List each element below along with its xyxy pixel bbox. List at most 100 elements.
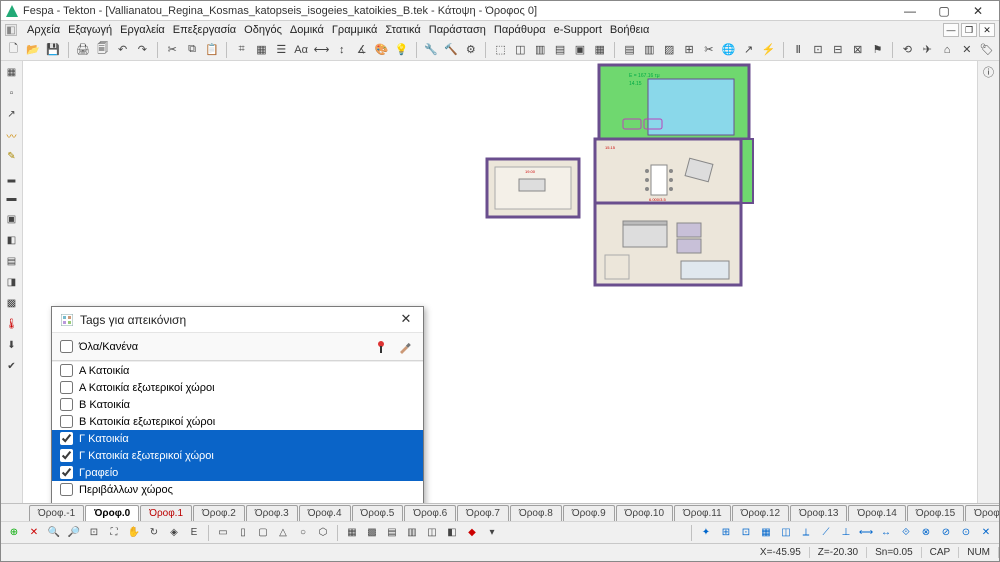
print-icon[interactable]: 🖨 <box>74 41 91 59</box>
tag-checkbox[interactable] <box>60 415 73 428</box>
tag-checkbox[interactable] <box>60 381 73 394</box>
lt-grid-icon[interactable]: ▣ <box>3 210 21 228</box>
bt-zoomwin-icon[interactable]: ⊡ <box>85 524 103 542</box>
lt-stair-icon[interactable]: ▤ <box>3 252 21 270</box>
lt-misc-icon[interactable]: ✔ <box>3 357 21 375</box>
lt-load-icon[interactable]: ⬇ <box>3 336 21 354</box>
tag-row[interactable]: Α Κατοικία εξωτερικοί χώροι <box>52 379 423 396</box>
gear-icon[interactable]: ⚙ <box>462 41 479 59</box>
window-maximize-button[interactable]: ▢ <box>927 2 961 20</box>
tag-row[interactable]: Γραφείο <box>52 464 423 481</box>
detail-icon[interactable]: ⊞ <box>681 41 698 59</box>
globe-icon[interactable]: 🌐 <box>720 41 737 59</box>
calc5-icon[interactable]: ▣ <box>571 41 588 59</box>
floor-tab[interactable]: Όροφ.9 <box>563 505 615 521</box>
dialog-close-button[interactable]: ✕ <box>397 311 415 329</box>
layers-icon[interactable]: ☰ <box>273 41 290 59</box>
chart-icon[interactable]: ▥ <box>641 41 658 59</box>
menu-static[interactable]: Στατικά <box>385 24 420 36</box>
new-file-icon[interactable]: 🗋 <box>5 41 22 59</box>
bt-snap14-icon[interactable]: ⊙ <box>957 524 975 542</box>
floor-tab[interactable]: Όροφ.4 <box>299 505 351 521</box>
dim-icon[interactable]: ⟷ <box>313 41 331 59</box>
bt-snap11-icon[interactable]: ⟐ <box>897 524 915 542</box>
calc4-icon[interactable]: ▤ <box>552 41 569 59</box>
bt-snap4-icon[interactable]: ▦ <box>757 524 775 542</box>
table-icon[interactable]: ▤ <box>621 41 638 59</box>
mode4-icon[interactable]: ⊠ <box>849 41 866 59</box>
bt-snap6-icon[interactable]: ⟂ <box>797 524 815 542</box>
bt-e10-icon[interactable]: ▥ <box>403 524 421 542</box>
open-file-icon[interactable]: 📂 <box>25 41 42 59</box>
tag-checkbox[interactable] <box>60 364 73 377</box>
tag-row[interactable]: Γ Κατοικία <box>52 430 423 447</box>
menu-presentation[interactable]: Παράσταση <box>429 24 486 36</box>
bt-zoomout-icon[interactable]: 🔎 <box>65 524 83 542</box>
bt-efit-icon[interactable]: E <box>185 524 203 542</box>
floor-tab[interactable]: Όροφ.11 <box>674 505 731 521</box>
bt-zoomin-icon[interactable]: 🔍 <box>45 524 63 542</box>
bt-zoomfit-icon[interactable]: ⛶ <box>105 524 123 542</box>
drawing-canvas[interactable]: E = 167.16 τμ 14.15 19.00 <box>23 61 977 503</box>
menu-help[interactable]: Βοήθεια <box>610 24 649 36</box>
lt-temp-icon[interactable]: 🌡 <box>3 315 21 333</box>
redo-icon[interactable]: ↷ <box>134 41 151 59</box>
lt-wall-icon[interactable]: 〰 <box>3 126 21 144</box>
dim2-icon[interactable]: ↕ <box>333 41 350 59</box>
bt-e3-icon[interactable]: ▢ <box>254 524 272 542</box>
pin-icon[interactable] <box>371 337 391 357</box>
floor-tab[interactable]: Όροφ.15 <box>907 505 964 521</box>
bt-snap12-icon[interactable]: ⊗ <box>917 524 935 542</box>
save-file-icon[interactable]: 💾 <box>45 41 62 59</box>
paint-icon[interactable]: 🎨 <box>373 41 390 59</box>
text-icon[interactable]: Aα <box>293 41 310 59</box>
menu-structural[interactable]: Δομικά <box>290 24 324 36</box>
lt-sel-icon[interactable]: ▦ <box>3 63 21 81</box>
bt-snap7-icon[interactable]: ⟋ <box>817 524 835 542</box>
bt-snap9-icon[interactable]: ⟷ <box>857 524 875 542</box>
calc2-icon[interactable]: ◫ <box>512 41 529 59</box>
window-minimize-button[interactable]: — <box>893 2 927 20</box>
bt-e11-icon[interactable]: ◫ <box>423 524 441 542</box>
wrench-icon[interactable]: 🔧 <box>423 41 440 59</box>
bt-snap5-icon[interactable]: ◫ <box>777 524 795 542</box>
mode1-icon[interactable]: Ⅱ <box>790 41 807 59</box>
view2-icon[interactable]: ✈ <box>919 41 936 59</box>
menu-linear[interactable]: Γραμμικά <box>332 24 378 36</box>
bt-e1-icon[interactable]: ▭ <box>214 524 232 542</box>
bt-e2-icon[interactable]: ▯ <box>234 524 252 542</box>
lt-beam-icon[interactable]: ↗ <box>3 105 21 123</box>
bt-snap13-icon[interactable]: ⊘ <box>937 524 955 542</box>
calc1-icon[interactable]: ⬚ <box>492 41 509 59</box>
bt-cross-icon[interactable]: ✕ <box>25 524 43 542</box>
menu-windows[interactable]: Παράθυρα <box>494 24 546 36</box>
window-close-button[interactable]: ✕ <box>961 2 995 20</box>
undo-icon[interactable]: ↶ <box>114 41 131 59</box>
view4-icon[interactable]: ✕ <box>958 41 975 59</box>
floor-tab[interactable]: Όροφ.8 <box>510 505 562 521</box>
lt-slab-icon[interactable]: ✎ <box>3 147 21 165</box>
bt-e8-icon[interactable]: ▩ <box>363 524 381 542</box>
mode5-icon[interactable]: ⚑ <box>869 41 886 59</box>
floor-tab[interactable]: Όροφ.13 <box>790 505 847 521</box>
bt-e14-icon[interactable]: ▾ <box>483 524 501 542</box>
lt-rebar-icon[interactable]: ▩ <box>3 294 21 312</box>
menu-esupport[interactable]: e-Support <box>554 24 602 36</box>
tag-checkbox[interactable] <box>60 449 73 462</box>
hammer-icon[interactable]: 🔨 <box>443 41 460 59</box>
bt-snap15-icon[interactable]: ✕ <box>977 524 995 542</box>
mdi-restore-button[interactable]: ❐ <box>961 23 977 37</box>
bt-pan-icon[interactable]: ✋ <box>125 524 143 542</box>
clip-icon[interactable]: ✂ <box>700 41 717 59</box>
lt-col-icon[interactable]: ▫ <box>3 84 21 102</box>
view3-icon[interactable]: ⌂ <box>939 41 956 59</box>
calc6-icon[interactable]: ▦ <box>591 41 608 59</box>
bt-snap8-icon[interactable]: ⊥ <box>837 524 855 542</box>
tags-list[interactable]: Α ΚατοικίαΑ Κατοικία εξωτερικοί χώροιΒ Κ… <box>52 361 423 503</box>
floor-tab[interactable]: Όροφ.2 <box>193 505 245 521</box>
preview-icon[interactable]: 🗐 <box>94 41 111 59</box>
menu-guide[interactable]: Οδηγός <box>244 24 282 36</box>
lt-window-icon[interactable]: ▬ <box>3 189 21 207</box>
brush-icon[interactable] <box>395 337 415 357</box>
bt-snap1-icon[interactable]: ✦ <box>697 524 715 542</box>
